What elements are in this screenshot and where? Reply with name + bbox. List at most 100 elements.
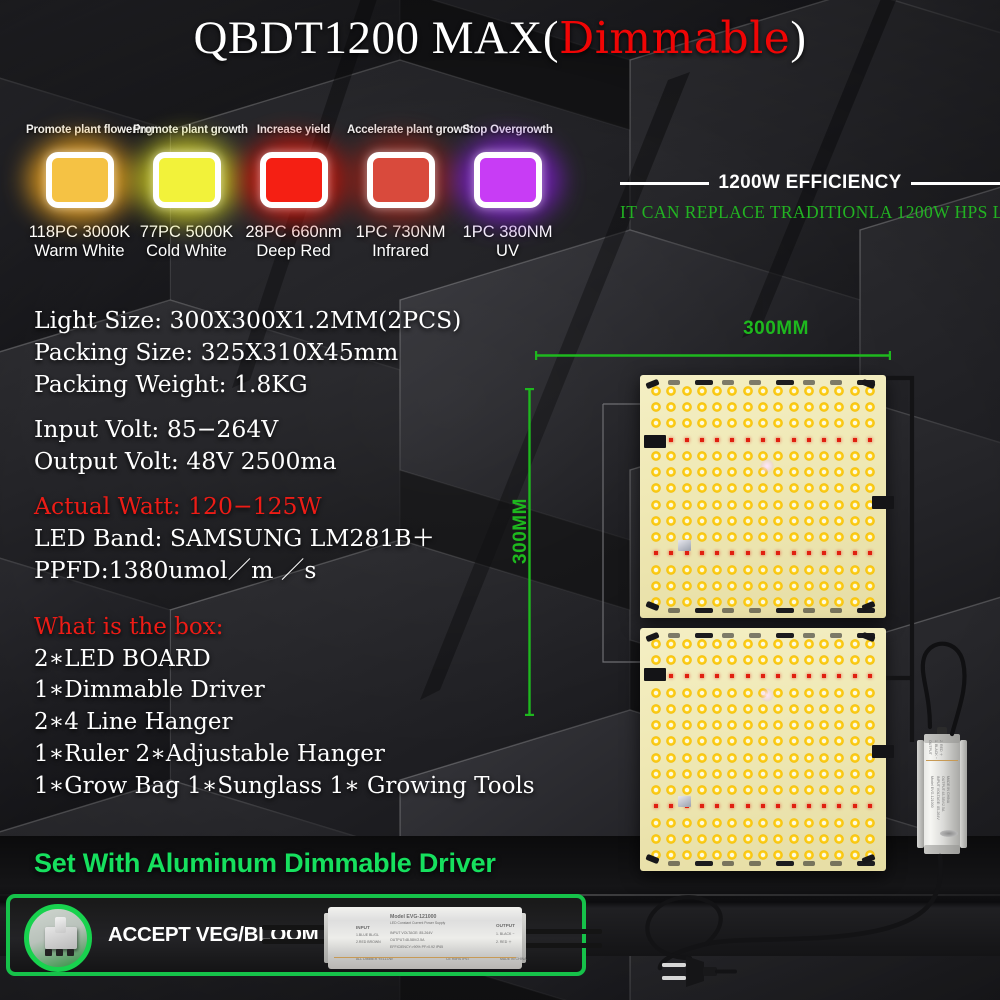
led-dot-white (666, 402, 677, 413)
led-dot-white (712, 515, 723, 526)
led-dot-white (788, 450, 799, 461)
box-heading: What is the box: (34, 614, 224, 640)
led-dot-white (865, 450, 875, 461)
led-dot-white (696, 499, 707, 510)
led-dot-white (819, 785, 830, 796)
led-count: 28PC 660nm (245, 223, 342, 241)
led-dot-white (742, 639, 753, 649)
led-dot-white (712, 785, 723, 796)
led-dot-red (791, 551, 796, 556)
led-dot-white (727, 703, 738, 714)
led-dot-white (788, 467, 799, 478)
led-dot-white (803, 450, 814, 461)
led-dot-white (651, 833, 661, 844)
led-dot-white (849, 515, 860, 526)
led-dot-white (849, 450, 860, 461)
led-dot-white (666, 752, 677, 763)
led-dot-white (666, 386, 677, 396)
led-spectrum-item-2: Promote plant growth 77PC 5000K Cold White (133, 124, 248, 262)
led-dot-white (834, 655, 845, 666)
led-dot-white (803, 720, 814, 731)
led-spectrum-item-4: Accelerate plant growth 1PC 730NM Infrared (347, 124, 473, 262)
led-dot-red (837, 551, 842, 556)
led-dot-white (819, 564, 830, 575)
plug-glyph (662, 956, 737, 987)
led-count: 1PC 380NM (462, 223, 553, 241)
led-dot-white (696, 833, 707, 844)
spec-line: Output Volt: 48V 2500ma (34, 446, 337, 475)
led-dot-white (849, 564, 860, 575)
led-dot-white (788, 833, 799, 844)
led-dot-white (651, 515, 661, 526)
led-dot-white (834, 450, 845, 461)
led-dot-white (742, 597, 753, 607)
led-dot-red (730, 437, 735, 442)
led-dot-white (696, 402, 707, 413)
driver-label-line: OUTPUT (928, 740, 932, 755)
led-dot-white (696, 720, 707, 731)
led-dot-red (745, 804, 750, 809)
led-dot-white (803, 817, 814, 828)
led-dot-white (758, 532, 768, 543)
led-dot-red (776, 804, 781, 809)
led-swatch-wrap (26, 138, 133, 222)
led-dot-white (773, 720, 784, 731)
led-dot-white (727, 687, 738, 698)
led-dot-red (699, 804, 704, 809)
led-caption: Accelerate plant growth (347, 124, 473, 136)
led-dot-white (666, 817, 677, 828)
led-dot-white (681, 580, 692, 591)
board-solder-pad (776, 380, 794, 385)
led-dot-white (849, 687, 860, 698)
led-dot-white (788, 703, 799, 714)
led-dot-red (715, 804, 720, 809)
led-dot-white (849, 532, 860, 543)
board-solder-pad (830, 861, 842, 866)
driver-label-stripe (926, 760, 958, 762)
led-dot-white (696, 597, 707, 607)
led-dot-white (834, 499, 845, 510)
led-dot-white (865, 483, 875, 494)
led-dot-white (819, 687, 830, 698)
board-solder-pad (668, 608, 680, 613)
led-dot-white (819, 817, 830, 828)
switch-pin (45, 949, 52, 956)
driver-label-line: MADE IN CHINA (946, 776, 950, 804)
driver-output-wire (518, 943, 602, 948)
led-dot-red (684, 551, 689, 556)
led-dot-red (776, 437, 781, 442)
led-caption: Increase yield (256, 124, 331, 136)
led-dot-white (834, 752, 845, 763)
led-dot-white (666, 850, 677, 860)
led-dot-red (745, 437, 750, 442)
led-dot-white (849, 736, 860, 747)
led-dot-white (849, 817, 860, 828)
driver-end-cap (924, 845, 960, 854)
led-dot-white (742, 580, 753, 591)
led-dot-white (712, 450, 723, 461)
led-dot-white (788, 564, 799, 575)
led-caption: Stop Overgrowth (462, 124, 553, 136)
led-dot-white (803, 580, 814, 591)
led-swatch-wrap (347, 138, 454, 222)
page-title: QBDT1200 MAX(Dimmable) (0, 13, 1000, 63)
led-dot-white (758, 597, 768, 607)
led-dot-white (773, 483, 784, 494)
led-dot-white (727, 736, 738, 747)
led-dot-white (758, 768, 768, 779)
led-dot-white (834, 850, 845, 860)
led-dot-white (788, 736, 799, 747)
led-dot-white (727, 768, 738, 779)
driver-label-line: INPUT VOLTAGE: 85-264V (936, 776, 940, 820)
spec-line: Light Size: 300X300X1.2MM(2PCS) (34, 306, 462, 334)
led-dot-white (834, 687, 845, 698)
led-chip-icon (473, 152, 542, 208)
led-dot-white (696, 418, 707, 429)
led-dot-white (727, 467, 738, 478)
led-dot-white (681, 386, 692, 396)
led-dot-white (727, 564, 738, 575)
board-solder-pad (695, 608, 713, 613)
led-dot-white (696, 752, 707, 763)
led-dot-white (681, 450, 692, 461)
led-dot-red (852, 804, 857, 809)
